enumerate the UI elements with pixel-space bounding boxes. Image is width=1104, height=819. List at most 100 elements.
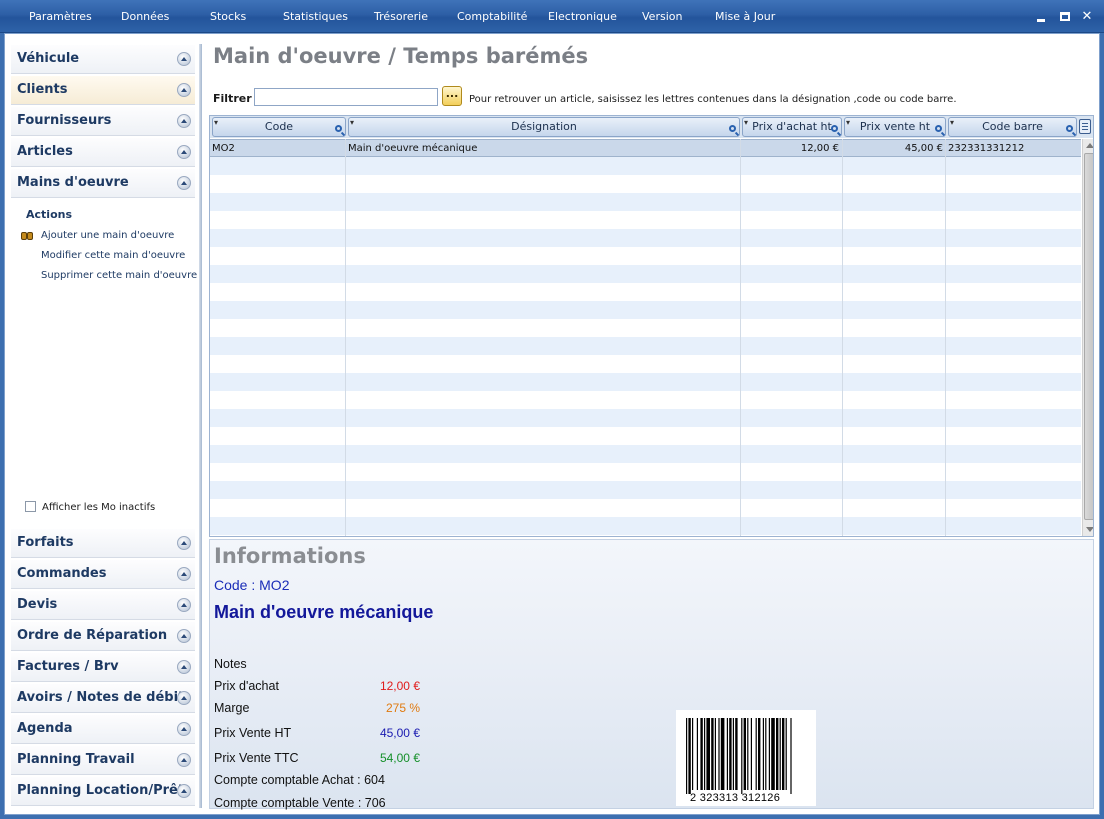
info-code: Code : MO2 (214, 577, 290, 593)
search-icon[interactable] (1066, 125, 1073, 132)
filter-input[interactable] (254, 88, 438, 106)
close-button[interactable]: ✕ (1078, 8, 1096, 26)
sidebar-section-clients[interactable]: Clients (11, 76, 195, 105)
sidebar-section-mains-oeuvre[interactable]: Mains d'oeuvre (11, 169, 195, 198)
empty-row (210, 175, 1081, 193)
add-labor-link[interactable]: Ajouter une main d'oeuvre (41, 230, 174, 241)
column-divider (740, 139, 741, 536)
column-divider (842, 139, 843, 536)
empty-row (210, 355, 1081, 373)
empty-row (210, 445, 1081, 463)
empty-row (210, 481, 1081, 499)
sidebar-section-label: Mains d'oeuvre (17, 175, 129, 190)
empty-row (210, 211, 1081, 229)
sidebar-section-avoirs[interactable]: Avoirs / Notes de débit (11, 684, 195, 713)
sidebar-section-label: Agenda (17, 721, 73, 736)
chevron-up-icon[interactable] (177, 784, 191, 798)
chevron-up-icon[interactable] (177, 567, 191, 581)
minimize-button[interactable] (1032, 8, 1050, 26)
empty-row (210, 193, 1081, 211)
menu-electronique[interactable]: Electronique (548, 10, 617, 23)
chevron-up-icon[interactable] (177, 691, 191, 705)
menu-mise-a-jour[interactable]: Mise à Jour (715, 10, 775, 23)
sidebar-section-commandes[interactable]: Commandes (11, 560, 195, 589)
column-header-code-barre[interactable]: ▾ Code barre (948, 117, 1077, 137)
chevron-up-icon[interactable] (177, 660, 191, 674)
search-icon[interactable] (831, 125, 838, 132)
grid-header: ▾ Code ▾ Désignation ▾ Prix d'achat ht ▾ Pri… (210, 116, 1093, 138)
chevron-up-icon[interactable] (177, 52, 191, 66)
search-icon[interactable] (935, 125, 942, 132)
empty-row (210, 301, 1081, 319)
menu-bar: Paramètres Données Stocks Statistiques T… (0, 0, 1104, 33)
prix-vente-ttc-label: Prix Vente TTC (214, 751, 299, 765)
chevron-up-icon[interactable] (177, 722, 191, 736)
sidebar-section-factures[interactable]: Factures / Brv (11, 653, 195, 682)
chevron-up-icon[interactable] (177, 176, 191, 190)
empty-row (210, 265, 1081, 283)
scrollbar-thumb[interactable] (1084, 153, 1093, 520)
sidebar-section-devis[interactable]: Devis (11, 591, 195, 620)
column-header-prix-achat[interactable]: ▾ Prix d'achat ht (742, 117, 842, 137)
edit-labor-link[interactable]: Modifier cette main d'oeuvre (41, 250, 185, 261)
menu-version[interactable]: Version (642, 10, 682, 23)
menu-tresorerie[interactable]: Trésorerie (374, 10, 428, 23)
column-header-code[interactable]: ▾ Code (212, 117, 346, 137)
chevron-up-icon[interactable] (177, 114, 191, 128)
show-inactive-checkbox[interactable] (25, 501, 36, 512)
barcode-image: 2 323313 312126 (676, 710, 816, 806)
sidebar-section-label: Planning Location/Prêt (17, 783, 185, 798)
empty-row (210, 517, 1081, 535)
scroll-up-icon[interactable] (1086, 143, 1093, 148)
barcode-bars (686, 718, 792, 794)
column-chooser-icon[interactable] (1079, 119, 1091, 134)
menu-comptabilite[interactable]: Comptabilité (457, 10, 527, 23)
column-header-prix-vente[interactable]: ▾ Prix vente ht (844, 117, 946, 137)
compte-achat-label: Compte comptable Achat : 604 (214, 773, 385, 787)
menu-parametres[interactable]: Paramètres (29, 10, 92, 23)
maximize-icon (1060, 12, 1070, 21)
filter-browse-button[interactable]: ... (442, 86, 462, 106)
sidebar-section-forfaits[interactable]: Forfaits (11, 529, 195, 558)
column-divider (345, 139, 346, 536)
column-divider (945, 139, 946, 536)
chevron-up-icon[interactable] (177, 83, 191, 97)
sidebar-section-vehicule[interactable]: Véhicule (11, 45, 195, 74)
sidebar-section-articles[interactable]: Articles (11, 138, 195, 167)
sidebar-splitter[interactable] (199, 44, 202, 808)
menu-donnees[interactable]: Données (121, 10, 169, 23)
search-icon[interactable] (335, 125, 342, 132)
chevron-up-icon[interactable] (177, 598, 191, 612)
empty-row (210, 463, 1081, 481)
delete-labor-link[interactable]: Supprimer cette main d'oeuvre (41, 270, 197, 281)
scroll-down-icon[interactable] (1086, 527, 1093, 532)
table-row[interactable]: MO2 Main d'oeuvre mécanique 12,00 € 45,0… (210, 139, 1081, 157)
empty-row (210, 337, 1081, 355)
chevron-up-icon[interactable] (177, 145, 191, 159)
sidebar-section-fournisseurs[interactable]: Fournisseurs (11, 107, 195, 136)
maximize-button[interactable] (1056, 8, 1074, 26)
empty-row (210, 373, 1081, 391)
prix-achat-label: Prix d'achat (214, 679, 279, 693)
chevron-up-icon[interactable] (177, 629, 191, 643)
sidebar-section-ordre-reparation[interactable]: Ordre de Réparation (11, 622, 195, 651)
empty-row (210, 229, 1081, 247)
search-icon[interactable] (729, 125, 736, 132)
chevron-up-icon[interactable] (177, 753, 191, 767)
empty-row (210, 319, 1081, 337)
column-header-designation[interactable]: ▾ Désignation (348, 117, 740, 137)
menu-stocks[interactable]: Stocks (210, 10, 246, 23)
compte-vente-label: Compte comptable Vente : 706 (214, 796, 386, 810)
chevron-up-icon[interactable] (177, 536, 191, 550)
empty-row (210, 157, 1081, 175)
sidebar-section-planning-travail[interactable]: Planning Travail (11, 746, 195, 775)
cell-prix-vente: 45,00 € (904, 143, 943, 154)
sidebar-section-planning-location[interactable]: Planning Location/Prêt (11, 777, 195, 806)
sidebar-section-agenda[interactable]: Agenda (11, 715, 195, 744)
info-panel: Informations Code : MO2 Main d'oeuvre mé… (209, 539, 1094, 810)
actions-title: Actions (26, 208, 72, 221)
empty-row (210, 247, 1081, 265)
sidebar-section-label: Devis (17, 597, 58, 612)
menu-statistiques[interactable]: Statistiques (283, 10, 348, 23)
grid-vertical-scrollbar[interactable] (1082, 139, 1093, 536)
